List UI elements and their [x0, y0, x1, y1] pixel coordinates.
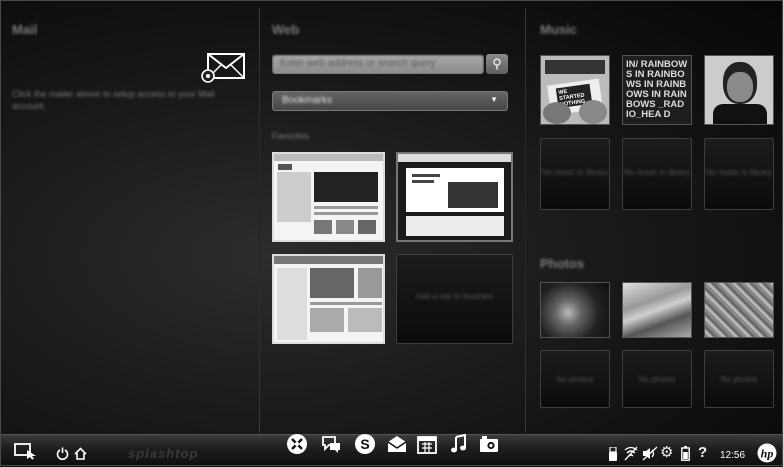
- favorite-empty-slot[interactable]: Add a site to favorites: [396, 254, 513, 344]
- photo-foliage[interactable]: [704, 282, 774, 338]
- favorite-thumbnail[interactable]: [272, 152, 385, 242]
- search-icon: ⚲: [492, 56, 502, 71]
- empty-label: No music in library: [542, 168, 608, 178]
- music-empty-slot[interactable]: No music in library: [622, 138, 692, 210]
- web-search-input[interactable]: Enter web address or search query: [272, 54, 484, 74]
- skype-icon[interactable]: S: [354, 433, 376, 455]
- favorite-thumbnail[interactable]: [272, 254, 385, 344]
- search-button[interactable]: ⚲: [486, 54, 508, 74]
- music-heading: Music: [540, 22, 577, 37]
- favorite-thumbnail[interactable]: [396, 152, 513, 242]
- album-we-started-nothing[interactable]: WE STARTED NOTHING: [540, 55, 610, 125]
- mail-settings-icon[interactable]: [200, 50, 246, 84]
- empty-label: No photos: [638, 374, 676, 384]
- chevron-down-icon: ▼: [490, 95, 498, 104]
- home-icon[interactable]: [74, 447, 87, 460]
- mail-setup-hint: Click the mailer above to setup access t…: [12, 89, 215, 111]
- empty-label: No music in library: [706, 168, 772, 178]
- photo-editor-icon[interactable]: [286, 433, 308, 455]
- mail-icon[interactable]: [386, 433, 408, 455]
- camera-icon[interactable]: [478, 433, 500, 455]
- mail-panel: Mail Click the mailer above to setup acc…: [0, 0, 260, 436]
- svg-text:S: S: [360, 436, 369, 452]
- music-note-icon[interactable]: [448, 433, 470, 455]
- mail-heading: Mail: [12, 22, 38, 37]
- volume-mute-icon[interactable]: [642, 446, 658, 461]
- music-empty-slot[interactable]: No music in library: [704, 138, 774, 210]
- web-heading: Web: [272, 22, 300, 37]
- album-portrait[interactable]: [704, 55, 774, 125]
- photo-sea-creature[interactable]: [540, 282, 610, 338]
- favorites-label: Favorites: [272, 131, 310, 141]
- music-empty-slot[interactable]: No music in library: [540, 138, 610, 210]
- photo-empty-slot[interactable]: No photos: [622, 350, 692, 408]
- help-icon[interactable]: ?: [698, 445, 707, 460]
- photos-heading: Photos: [540, 256, 585, 271]
- album-text: IN/ RAINBOWS IN RAINBOWS IN RAINBOWS IN …: [626, 59, 688, 120]
- photo-sand-dunes[interactable]: [622, 282, 692, 338]
- calendar-icon[interactable]: [416, 433, 438, 455]
- clock: 12:56: [720, 450, 746, 461]
- chat-icon[interactable]: [320, 433, 342, 455]
- bookmarks-dropdown[interactable]: Bookmarks ▼: [272, 91, 508, 111]
- search-placeholder: Enter web address or search query: [280, 58, 436, 69]
- empty-label: No music in library: [624, 168, 690, 178]
- hp-logo-icon[interactable]: hp: [757, 443, 777, 463]
- svg-text:hp: hp: [761, 447, 774, 461]
- empty-slot-label: Add a site to favorites: [416, 291, 493, 301]
- wifi-off-icon[interactable]: [623, 446, 639, 461]
- power-icon[interactable]: [56, 447, 69, 460]
- empty-label: No photos: [720, 374, 758, 384]
- usb-icon[interactable]: [608, 447, 618, 461]
- bookmarks-label: Bookmarks: [282, 95, 333, 106]
- battery-icon[interactable]: [681, 446, 690, 461]
- splashtop-logo: splashtop: [128, 446, 199, 461]
- album-in-rainbows[interactable]: IN/ RAINBOWS IN RAINBOWS IN RAINBOWS IN …: [622, 55, 692, 125]
- switch-window-icon[interactable]: [14, 442, 38, 460]
- settings-gear-icon[interactable]: ⚙: [660, 445, 673, 460]
- photo-empty-slot[interactable]: No photos: [540, 350, 610, 408]
- empty-label: No photos: [556, 374, 594, 384]
- photo-empty-slot[interactable]: No photos: [704, 350, 774, 408]
